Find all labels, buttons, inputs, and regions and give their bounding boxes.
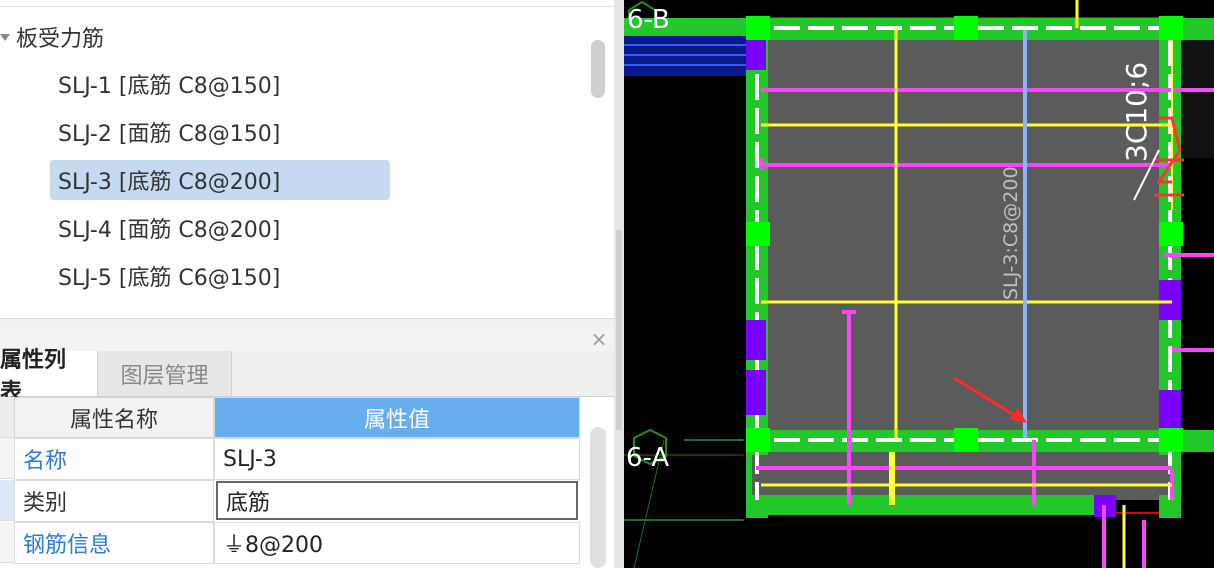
wall-segment	[746, 40, 766, 70]
column	[1159, 222, 1183, 246]
property-grid: 属性名称 属性值 名称 SLJ-3 类别 底筋 钢筋信息 ⏚8@200	[0, 397, 614, 568]
tree-group-label: 板受力筋	[16, 27, 105, 52]
beam-lower	[749, 495, 1094, 515]
property-name-cell: 名称	[14, 438, 214, 480]
property-grid-scrollbar[interactable]	[590, 427, 606, 568]
column	[746, 222, 770, 246]
tree-item-slj-1[interactable]: SLJ-1 [底筋 C8@150]	[50, 64, 390, 104]
column	[954, 428, 978, 452]
column-header-property-name: 属性名称	[14, 397, 214, 438]
property-name-cell: 钢筋信息	[14, 522, 214, 564]
property-value-rebar-info[interactable]: ⏚8@200	[214, 522, 580, 564]
panel-header	[0, 327, 614, 351]
panel-splitter[interactable]	[0, 318, 614, 327]
column	[954, 16, 978, 40]
beam-annotation: 3C10;6	[1120, 62, 1153, 162]
tree-item-slj-2[interactable]: SLJ-2 [面筋 C8@150]	[50, 112, 390, 152]
column-header-property-value: 属性值	[214, 397, 580, 438]
property-value-name[interactable]: SLJ-3	[214, 438, 580, 480]
pane-resize-grip[interactable]	[616, 230, 622, 430]
expand-triangle-icon[interactable]	[0, 33, 10, 41]
tree-group-slab-rebar[interactable]: 板受力筋	[0, 20, 104, 54]
property-value-category-input[interactable]: 底筋	[216, 481, 578, 520]
row-header-corner	[0, 397, 14, 438]
wall-segment	[1159, 280, 1181, 320]
panel-tabs: 属性列表 图层管理	[0, 348, 614, 405]
tree-item-slj-4[interactable]: SLJ-4 [面筋 C8@200]	[50, 208, 390, 248]
left-panel: 板受力筋 SLJ-1 [底筋 C8@150] SLJ-2 [面筋 C8@150]…	[0, 0, 614, 568]
divider	[0, 6, 614, 7]
tree-item-slj-5[interactable]: SLJ-5 [底筋 C6@150]	[50, 256, 390, 296]
row-selector[interactable]	[0, 522, 14, 563]
cad-drawing[interactable]: 6-B 6-A SLJ-3:C8@200 3C10;6	[624, 0, 1214, 568]
component-tree: 板受力筋 SLJ-1 [底筋 C8@150] SLJ-2 [面筋 C8@150]…	[0, 0, 614, 318]
tree-item-slj-3[interactable]: SLJ-3 [底筋 C8@200]	[50, 160, 390, 200]
cad-canvas[interactable]: 6-B 6-A SLJ-3:C8@200 3C10;6	[624, 0, 1214, 568]
close-panel-button[interactable]: ×	[590, 329, 608, 349]
column	[1159, 16, 1183, 40]
tab-property-list[interactable]: 属性列表	[0, 348, 98, 405]
column	[1159, 428, 1183, 452]
row-selector[interactable]	[0, 438, 14, 479]
wall-segment	[746, 370, 766, 415]
property-name-cell: 类别	[14, 480, 214, 522]
grid-label-left: 6-A	[626, 443, 669, 473]
grid-label-top: 6-B	[627, 5, 670, 35]
rebar-annotation: SLJ-3:C8@200	[1000, 166, 1022, 300]
column	[746, 428, 770, 452]
tree-scrollbar[interactable]	[591, 40, 605, 98]
wall-segment	[746, 320, 766, 360]
tab-layer-management[interactable]: 图层管理	[98, 351, 232, 396]
wall-segment	[1159, 390, 1181, 430]
row-selector[interactable]	[0, 480, 14, 521]
column	[746, 16, 770, 40]
lower-slab-strip	[752, 455, 1172, 495]
